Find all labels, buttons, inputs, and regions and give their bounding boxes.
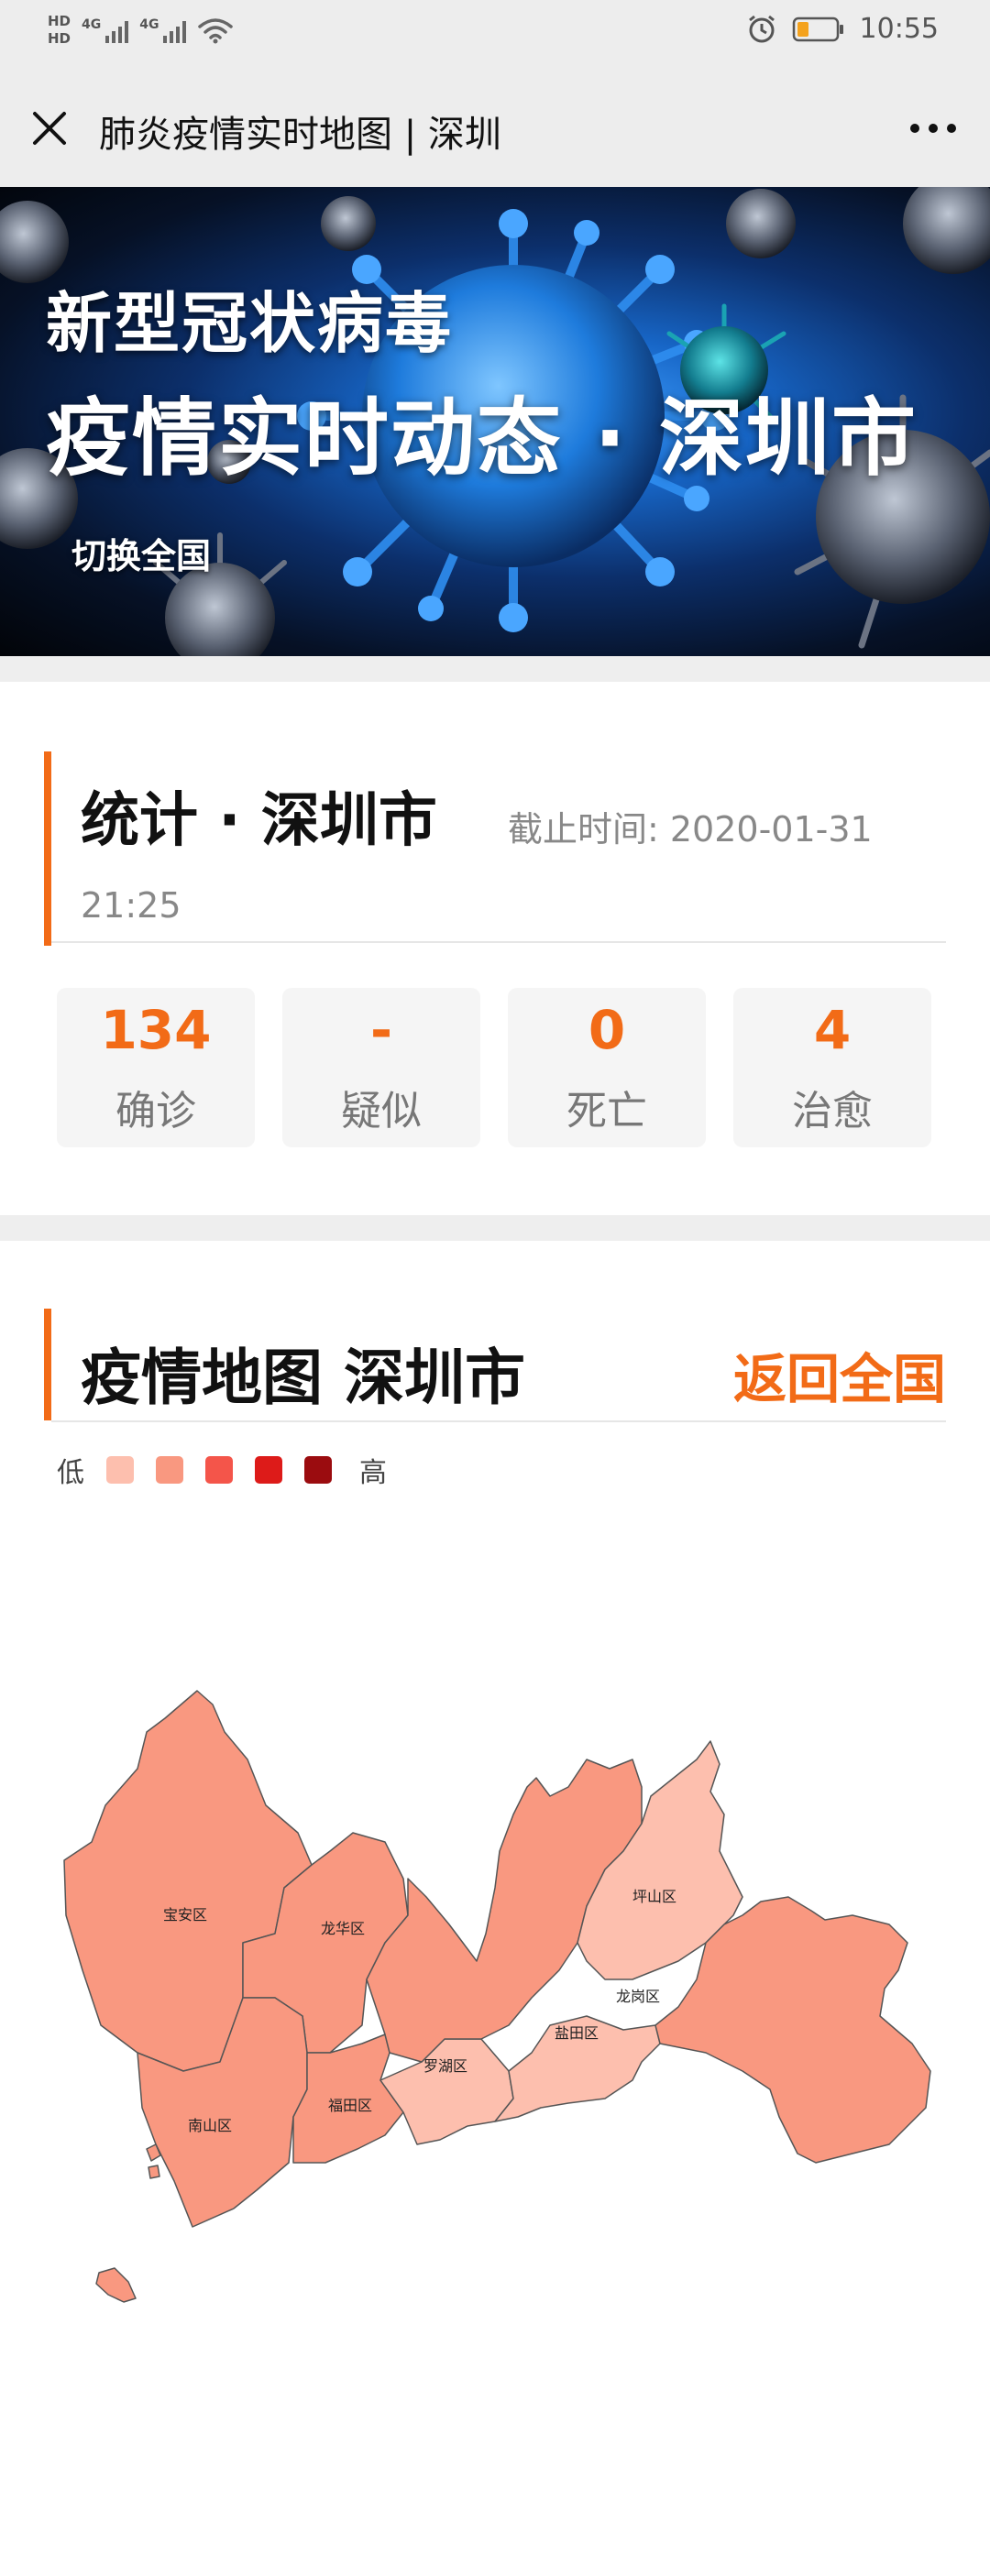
stat-value: 134 — [100, 999, 212, 1061]
clock-time: 10:55 — [859, 13, 939, 45]
status-bar: HD HD 4G 4G 10:55 — [0, 0, 990, 70]
district-label-luohu: 罗湖区 — [424, 2057, 468, 2075]
switch-national-link[interactable]: 切换全国 — [72, 528, 211, 578]
legend-swatch-4[interactable] — [255, 1456, 282, 1484]
status-left: HD HD 4G 4G — [48, 13, 234, 48]
shenzhen-district-map[interactable]: 宝安区 龙华区 坪山区 龙岗区 盐田区 罗湖区 福田区 南山区 — [0, 1668, 990, 2309]
stat-label: 确诊 — [116, 1088, 196, 1135]
district-label-longhua: 龙华区 — [321, 1920, 365, 1937]
district-label-nanshan: 南山区 — [188, 2117, 232, 2134]
battery-icon — [792, 16, 843, 41]
legend-high-label: 高 — [359, 1457, 387, 1489]
map-divider — [51, 1420, 946, 1422]
close-icon[interactable] — [26, 104, 73, 152]
hd-indicator: HD HD — [48, 13, 71, 48]
legend-swatch-1[interactable] — [106, 1456, 134, 1484]
stats-title: 统计 · 深圳市 — [81, 787, 437, 855]
map-accent-bar — [44, 1309, 51, 1420]
banner-headline: 新型冠状病毒 — [46, 285, 454, 362]
alarm-icon — [748, 15, 775, 42]
status-right: 10:55 — [746, 13, 939, 45]
district-label-yantian: 盐田区 — [555, 2024, 599, 2042]
legend-swatch-2[interactable] — [156, 1456, 183, 1484]
hd-bottom-label: HD — [48, 30, 72, 47]
stats-updated-time: 21:25 — [81, 885, 182, 926]
section-divider — [0, 1215, 990, 1241]
district-label-pingshan: 坪山区 — [632, 1888, 676, 1905]
map-title: 疫情地图 深圳市 — [81, 1343, 525, 1413]
stat-label: 疑似 — [341, 1088, 422, 1135]
stat-card-confirmed: 134 确诊 — [57, 988, 255, 1147]
stat-value: 0 — [588, 999, 626, 1061]
hero-banner: 新型冠状病毒 疫情实时动态 · 深圳市 切换全国 — [0, 187, 990, 656]
district-label-longgang: 龙岗区 — [616, 1988, 660, 2005]
district-label-baoan: 宝安区 — [163, 1906, 207, 1924]
district-label-futian: 福田区 — [328, 2097, 372, 2114]
signal-icon-2: 4G — [139, 17, 187, 43]
legend-swatch-5[interactable] — [304, 1456, 332, 1484]
signal-icon: 4G — [82, 17, 129, 43]
legend-low-label: 低 — [57, 1457, 84, 1489]
network-type-label-2: 4G — [139, 17, 160, 32]
stats-accent-bar — [44, 751, 51, 946]
stat-card-recovered: 4 治愈 — [733, 988, 931, 1147]
stats-divider — [51, 941, 946, 943]
title-bar: 肺炎疫情实时地图 | 深圳 — [0, 70, 990, 187]
back-to-national-link[interactable]: 返回全国 — [733, 1336, 946, 1413]
stat-value: 4 — [813, 999, 852, 1061]
more-options-icon[interactable] — [904, 114, 962, 143]
stat-value: - — [369, 999, 393, 1061]
stat-card-suspected: - 疑似 — [282, 988, 480, 1147]
island-small-2 — [148, 2165, 160, 2179]
hd-top-label: HD — [48, 13, 72, 29]
page-title: 肺炎疫情实时地图 | 深圳 — [99, 114, 501, 156]
stat-card-deaths: 0 死亡 — [508, 988, 706, 1147]
network-type-label: 4G — [82, 17, 102, 32]
stat-label: 治愈 — [792, 1088, 873, 1135]
banner-subheadline: 疫情实时动态 · 深圳市 — [46, 389, 918, 488]
stats-updated-label: 截止时间: 2020-01-31 — [508, 809, 873, 850]
legend-swatch-3[interactable] — [205, 1456, 233, 1484]
island-lantau-edge — [95, 2267, 137, 2303]
map-legend: 低 高 — [57, 1452, 387, 1489]
section-divider — [0, 656, 990, 682]
wifi-icon — [198, 18, 234, 44]
stat-label: 死亡 — [566, 1088, 647, 1135]
